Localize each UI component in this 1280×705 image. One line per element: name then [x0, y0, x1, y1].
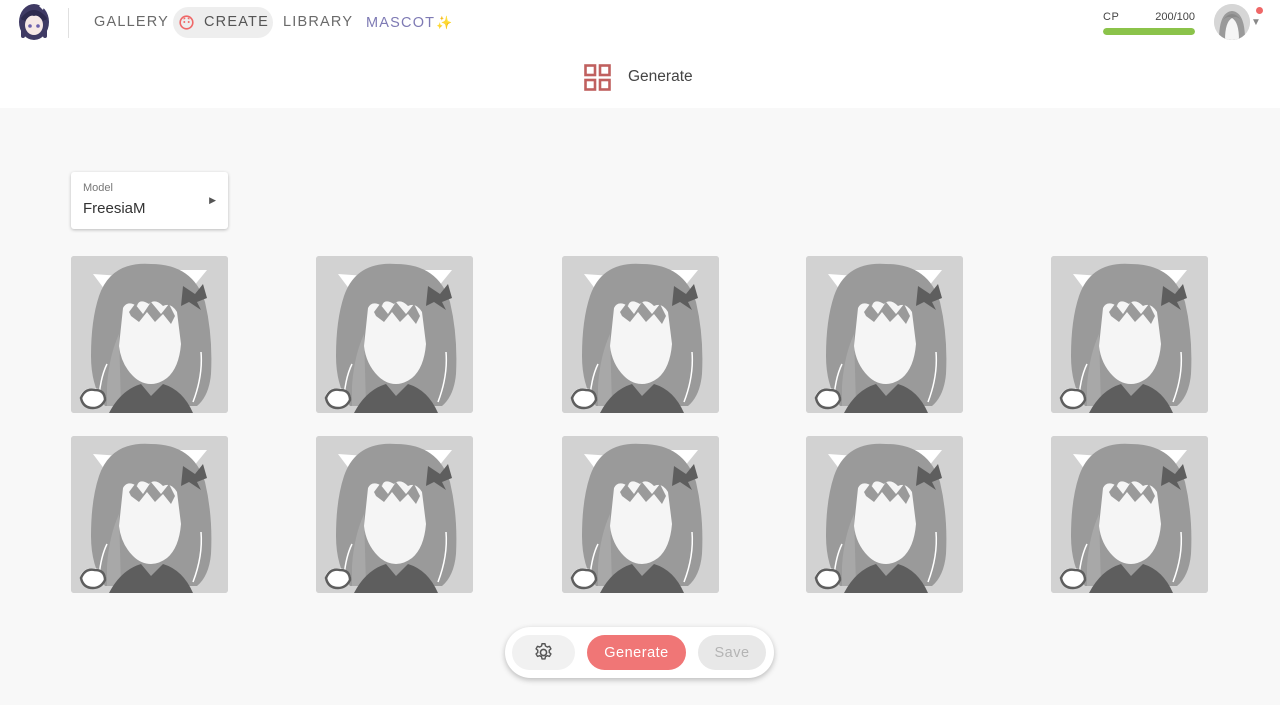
- cp-progress-track: [1103, 28, 1195, 35]
- page-title: Generate: [628, 68, 693, 85]
- logo-avatar-icon: [19, 4, 49, 40]
- silhouette-placeholder-icon: [1051, 436, 1208, 593]
- user-avatar[interactable]: [1214, 4, 1250, 40]
- nav-create-label: CREATE: [204, 14, 269, 30]
- silhouette-placeholder-icon: [71, 436, 228, 593]
- user-avatar-icon: [1214, 4, 1250, 40]
- nav-gallery[interactable]: GALLERY: [94, 7, 169, 38]
- image-placeholder[interactable]: [806, 256, 963, 413]
- gear-icon: [535, 643, 552, 660]
- top-bar: GALLERY CREATE LIBRARY MASCOT✨ CP 200/10…: [0, 0, 1280, 108]
- silhouette-placeholder-icon: [806, 256, 963, 413]
- silhouette-placeholder-icon: [316, 256, 473, 413]
- save-button: Save: [698, 635, 766, 670]
- caret-right-icon: ▶: [209, 195, 216, 205]
- image-placeholder[interactable]: [1051, 256, 1208, 413]
- image-placeholder[interactable]: [806, 436, 963, 593]
- nav-library[interactable]: LIBRARY: [283, 7, 353, 38]
- cp-value: 200/100: [1155, 11, 1195, 23]
- image-placeholder[interactable]: [316, 436, 473, 593]
- sparkle-icon: ✨: [436, 15, 454, 30]
- create-icon: [179, 15, 194, 30]
- silhouette-placeholder-icon: [1051, 256, 1208, 413]
- image-placeholder[interactable]: [562, 436, 719, 593]
- notification-dot: [1256, 7, 1263, 14]
- action-bar: Generate Save: [505, 627, 774, 678]
- model-value: FreesiaM: [83, 200, 146, 217]
- nav-divider: [68, 8, 69, 38]
- silhouette-placeholder-icon: [71, 256, 228, 413]
- grid-icon: [584, 64, 611, 91]
- cp-label: CP: [1103, 11, 1120, 23]
- image-placeholder[interactable]: [71, 256, 228, 413]
- image-placeholder[interactable]: [71, 436, 228, 593]
- nav-mascot[interactable]: MASCOT✨: [366, 7, 454, 38]
- silhouette-placeholder-icon: [806, 436, 963, 593]
- model-select[interactable]: Model FreesiaM ▶: [71, 172, 228, 229]
- silhouette-placeholder-icon: [316, 436, 473, 593]
- cp-meter: CP 200/100: [1103, 11, 1195, 37]
- chevron-down-icon[interactable]: ▼: [1251, 17, 1261, 28]
- nav-create[interactable]: CREATE: [173, 7, 273, 38]
- nav-mascot-label: MASCOT: [366, 15, 436, 31]
- silhouette-placeholder-icon: [562, 256, 719, 413]
- image-placeholder[interactable]: [1051, 436, 1208, 593]
- silhouette-placeholder-icon: [562, 436, 719, 593]
- image-placeholder[interactable]: [316, 256, 473, 413]
- settings-button[interactable]: [512, 635, 575, 670]
- model-label: Model: [83, 182, 113, 194]
- logo[interactable]: [15, 2, 53, 42]
- generate-button[interactable]: Generate: [587, 635, 686, 670]
- cp-progress-fill: [1103, 28, 1195, 35]
- image-placeholder[interactable]: [562, 256, 719, 413]
